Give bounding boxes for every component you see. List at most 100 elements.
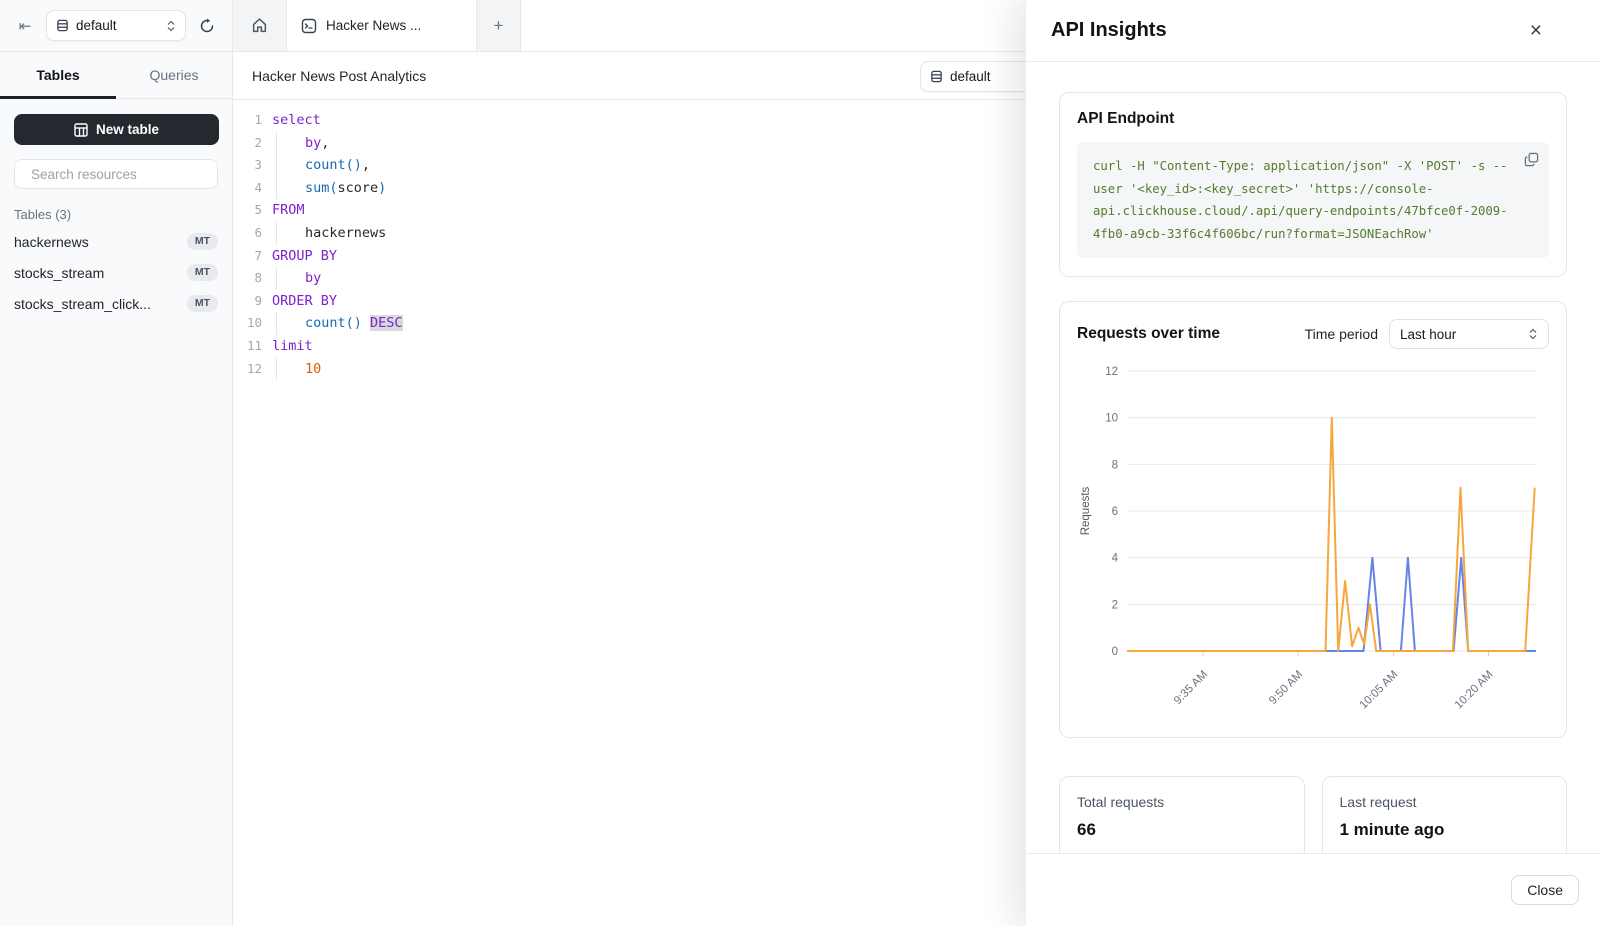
table-row[interactable]: hackernews MT [0,226,232,257]
svg-text:8: 8 [1112,459,1118,471]
code-text: select [272,109,321,132]
panel-footer: Close [1026,853,1600,926]
chart-header: Requests over time Time period Last hour [1077,319,1549,349]
line-number: 10 [233,312,262,335]
table-engine-badge: MT [187,295,218,312]
code-text: FROM [272,199,305,222]
collapse-sidebar-icon[interactable]: ⇤ [12,13,38,39]
stats-row: Total requests 66 Last request 1 minute … [1059,776,1567,853]
total-requests-label: Total requests [1077,794,1287,810]
line-number: 3 [233,154,262,177]
table-icon [74,123,88,137]
svg-text:4: 4 [1112,553,1119,565]
tab-hacker-news[interactable]: Hacker News ... [287,0,477,51]
svg-text:9:35 AM: 9:35 AM [1172,669,1210,707]
copy-icon[interactable] [1524,152,1539,175]
total-requests-card: Total requests 66 [1059,776,1305,853]
refresh-icon[interactable] [194,13,220,39]
code-text: GROUP BY [272,245,337,268]
svg-text:9:50 AM: 9:50 AM [1267,669,1305,707]
line-number: 2 [233,132,262,155]
table-name: stocks_stream_click... [14,296,151,312]
curl-codeblock: curl -H "Content-Type: application/json"… [1077,142,1549,258]
database-selector-value: default [76,18,159,33]
line-number: 6 [233,222,262,245]
sidebar: ⇤ default [0,0,233,926]
code-text: sum(score) [272,177,386,200]
total-requests-value: 66 [1077,820,1287,840]
database-icon [56,19,69,32]
new-tab-button[interactable]: + [477,0,521,51]
code-text: hackernews [272,222,386,245]
svg-text:2: 2 [1112,599,1118,611]
line-number: 4 [233,177,262,200]
clickhouse-console: ⇤ default [0,0,1600,926]
time-period-select[interactable]: Last hour [1389,319,1549,349]
line-number: 5 [233,199,262,222]
close-button[interactable]: Close [1511,875,1579,905]
sidebar-tabs: Tables Queries [0,52,232,99]
chevron-up-down-icon [166,20,176,32]
table-row[interactable]: stocks_stream MT [0,257,232,288]
svg-text:6: 6 [1112,506,1118,518]
search-resources-box [14,159,218,189]
api-endpoint-card: API Endpoint curl -H "Content-Type: appl… [1059,92,1567,277]
code-text: ORDER BY [272,290,337,313]
chevron-up-down-icon [1528,328,1538,340]
line-number: 1 [233,109,262,132]
tables-section-label: Tables (3) [14,207,218,222]
panel-header: API Insights × [1026,0,1600,62]
last-request-label: Last request [1340,794,1550,810]
search-input[interactable] [31,167,208,182]
time-period-label: Time period [1305,326,1378,342]
api-endpoint-title: API Endpoint [1077,110,1549,128]
sidebar-topbar: ⇤ default [0,0,232,52]
table-row[interactable]: stocks_stream_click... MT [0,288,232,319]
svg-text:Requests: Requests [1080,486,1092,535]
code-text: limit [272,335,313,358]
line-number: 11 [233,335,262,358]
query-title: Hacker News Post Analytics [252,68,426,84]
line-number: 12 [233,358,262,381]
requests-chart-card: Requests over time Time period Last hour… [1059,301,1567,738]
tab-tables[interactable]: Tables [0,52,116,98]
home-icon [251,17,268,34]
table-name: stocks_stream [14,265,104,281]
line-number: 8 [233,267,262,290]
svg-text:10:05 AM: 10:05 AM [1358,669,1401,712]
code-text: 10 [272,358,321,381]
svg-text:0: 0 [1112,646,1118,658]
line-number: 7 [233,245,262,268]
line-number: 9 [233,290,262,313]
svg-text:12: 12 [1105,366,1118,378]
last-request-card: Last request 1 minute ago [1322,776,1568,853]
tab-title: Hacker News ... [326,18,421,33]
new-table-button[interactable]: New table [14,114,219,145]
api-insights-panel: API Insights × API Endpoint curl -H "Con… [1025,0,1600,926]
database-icon [930,70,943,83]
code-text: count(), [272,154,370,177]
database-selector[interactable]: default [46,10,186,41]
home-tab-button[interactable] [233,0,287,51]
table-engine-badge: MT [187,233,218,250]
new-table-label: New table [96,122,159,137]
table-name: hackernews [14,234,89,250]
tab-queries[interactable]: Queries [116,52,232,98]
svg-text:10: 10 [1105,413,1118,425]
panel-title: API Insights [1051,19,1530,42]
series-requests-orange [1127,418,1535,651]
sql-console-icon [301,18,317,34]
code-text: count() DESC [272,312,403,335]
time-period-value: Last hour [1400,327,1528,342]
curl-command: curl -H "Content-Type: application/json"… [1093,159,1508,241]
table-list: hackernewsMTstocks_streamMTstocks_stream… [0,226,232,319]
last-request-value: 1 minute ago [1340,820,1550,840]
code-text: by, [272,132,329,155]
chart-title: Requests over time [1077,325,1305,343]
table-engine-badge: MT [187,264,218,281]
panel-body: API Endpoint curl -H "Content-Type: appl… [1026,62,1600,853]
requests-over-time-chart: 0 2 4 6 8 10 12 9:35 AM 9:50 AM 10:05 AM 10:20 AM R… [1077,355,1546,727]
svg-text:10:20 AM: 10:20 AM [1453,669,1496,712]
code-text: by [272,267,321,290]
close-icon[interactable]: × [1530,20,1542,41]
